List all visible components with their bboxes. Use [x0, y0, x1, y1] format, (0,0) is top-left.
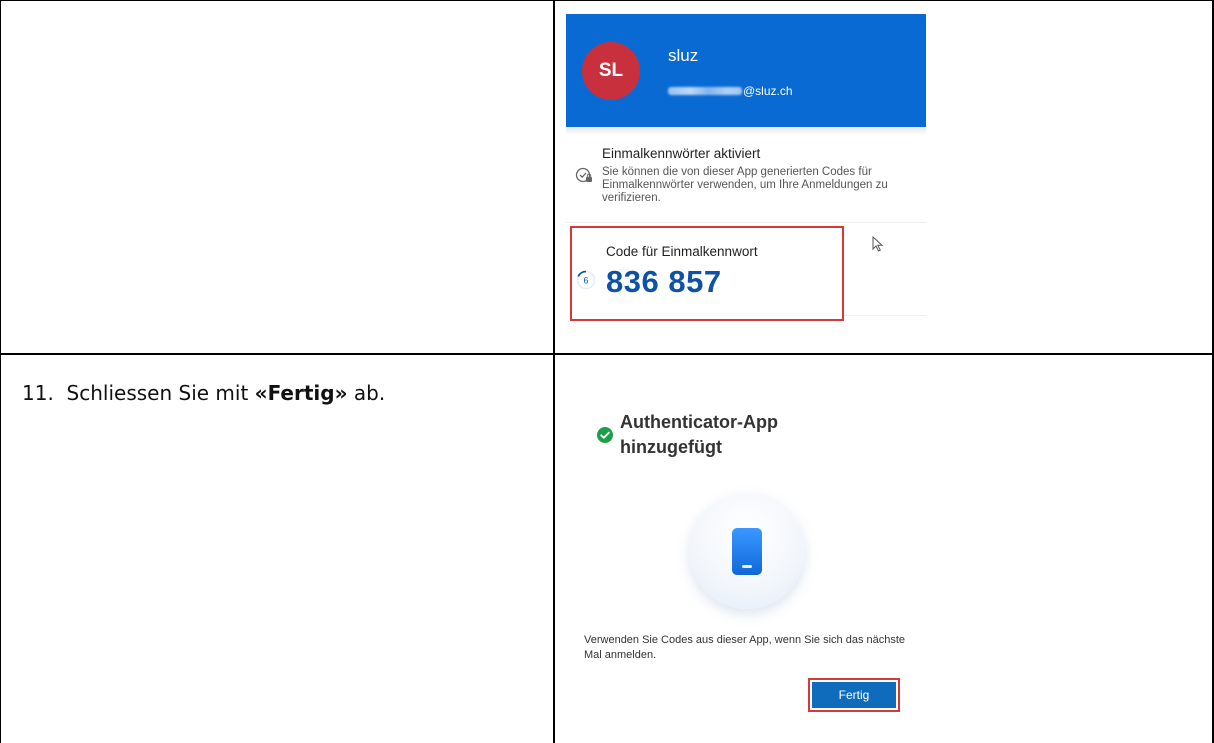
- account-email: @sluz.ch: [668, 84, 793, 98]
- account-header: SL sluz @sluz.ch: [566, 14, 926, 127]
- account-email-suffix: @sluz.ch: [743, 84, 793, 98]
- otp-enabled-icon: [575, 167, 592, 183]
- check-circle-icon: [597, 427, 613, 443]
- step-text-prefix: Schliessen Sie mit: [66, 381, 249, 405]
- phone-home-bar: [742, 565, 752, 568]
- account-name: sluz: [668, 46, 699, 65]
- otp-enabled-title: Einmalkennwörter aktiviert: [602, 146, 761, 161]
- mouse-cursor-icon: [872, 236, 884, 252]
- step-number: 11.: [22, 381, 54, 405]
- use-codes-message: Verwenden Sie Codes aus dieser App, wenn…: [584, 634, 906, 661]
- step-text-bold: «Fertig»: [254, 381, 348, 405]
- header-shadow: [566, 127, 926, 135]
- table-column-divider: [553, 0, 555, 743]
- step-text-suffix: ab.: [353, 381, 386, 405]
- redacted-email-prefix: [668, 87, 742, 95]
- section-divider: [566, 222, 926, 223]
- table-border-left: [0, 0, 1, 743]
- otp-enabled-description: Sie können die von dieser App generierte…: [602, 166, 888, 204]
- code-highlight-frame: [570, 226, 844, 321]
- app-added-title: Authenticator-App hinzugefügt: [620, 412, 778, 457]
- code-card-divider: [844, 315, 926, 316]
- table-row-divider: [0, 353, 1214, 355]
- table-border-top: [0, 0, 1214, 1]
- avatar: SL: [582, 42, 640, 100]
- authenticator-mobile-screenshot: SL sluz @sluz.ch Einmalkennwörter aktivi…: [566, 14, 926, 340]
- done-button[interactable]: Fertig: [812, 682, 896, 708]
- step-11-instruction: 11. Schliessen Sie mit «Fertig» ab.: [22, 381, 385, 405]
